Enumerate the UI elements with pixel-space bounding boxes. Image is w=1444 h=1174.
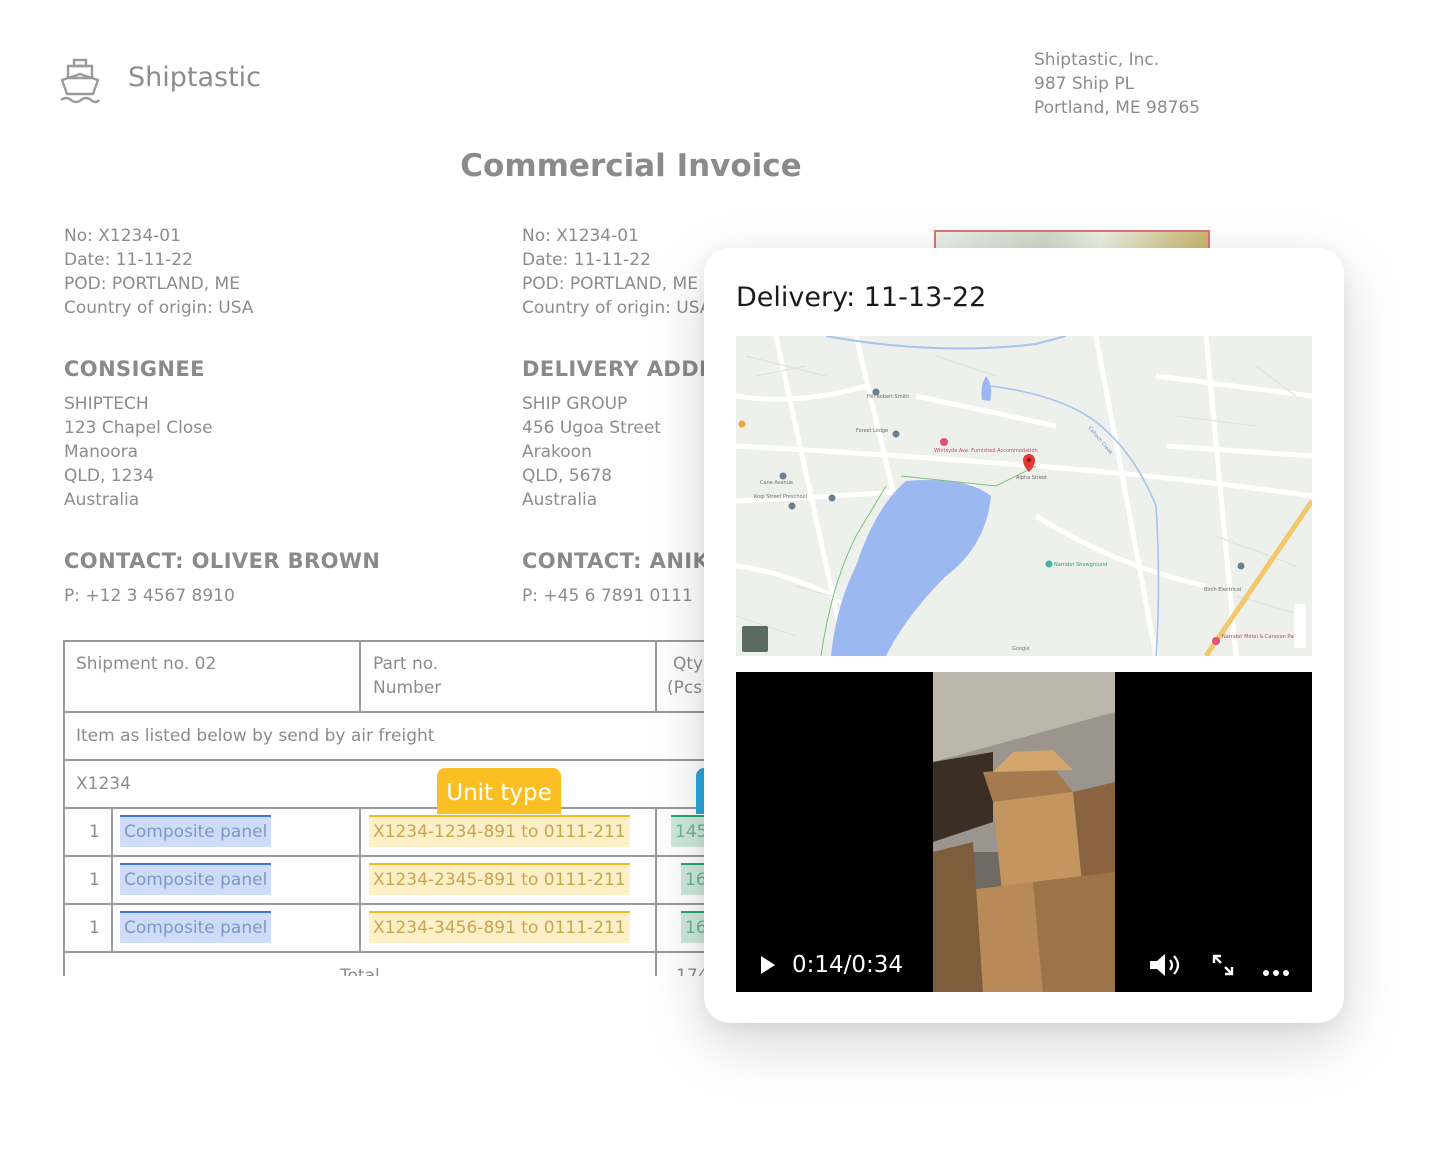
header-qty: Qty: [673, 654, 704, 674]
map-label: Alpha Street: [1016, 475, 1047, 481]
more-icon[interactable]: [1262, 962, 1290, 981]
delivery-card: Delivery: 11-13-22 Hill Robert Smith For…: [704, 248, 1344, 1023]
video-controls: 0:14/0:34: [736, 938, 1312, 992]
map-label: Narrabri Showground: [1054, 562, 1107, 568]
map-layer-toggle: [742, 626, 768, 652]
row-part-number[interactable]: X1234-2345-891 to 0111-211: [369, 863, 630, 895]
address-line: SHIP GROUP: [522, 394, 628, 414]
meta-line: No: X1234-01: [64, 226, 181, 246]
meta-line: No: X1234-01: [522, 226, 639, 246]
delivery-map[interactable]: Hill Robert Smith Forest Lodge Whitsyde …: [736, 336, 1312, 656]
meta-line: Country of origin: USA: [522, 298, 712, 318]
consignee-address: SHIPTECH 123 Chapel Close Manoora QLD, 1…: [64, 392, 213, 512]
address-line: 456 Ugoa Street: [522, 418, 661, 438]
invoice-meta-left: No: X1234-01 Date: 11-11-22 POD: PORTLAN…: [64, 224, 253, 320]
address-line: SHIPTECH: [64, 394, 149, 414]
row-part-number[interactable]: X1234-1234-891 to 0111-211: [369, 815, 630, 847]
map-label: Whitsyde Ave. Furnished Accommodation: [934, 448, 1038, 454]
row-number: 1: [89, 918, 100, 938]
company-line: 987 Ship PL: [1034, 74, 1135, 94]
address-line: 123 Chapel Close: [64, 418, 213, 438]
delivery-title: Delivery: 11-13-22: [736, 282, 987, 313]
contact-phone-left: P: +12 3 4567 8910: [64, 586, 235, 606]
row-number: 1: [89, 870, 100, 890]
map-zoom-controls: [1294, 604, 1306, 648]
address-line: Australia: [522, 490, 598, 510]
delivery-address-heading: DELIVERY ADDR: [522, 357, 716, 381]
contact-phone-right: P: +45 6 7891 0111: [522, 586, 693, 606]
map-label: Narrabri Motel & Caravan Park: [1222, 634, 1298, 640]
address-line: Australia: [64, 490, 140, 510]
map-label: Kogi Street Preschool: [754, 494, 807, 500]
address-line: Manoora: [64, 442, 139, 462]
map-label: Google: [1012, 646, 1030, 652]
map-label: Birch Electrical: [1204, 587, 1241, 593]
header-part-number: Number: [373, 678, 442, 698]
delivery-video[interactable]: 0:14/0:34: [736, 672, 1312, 992]
meta-line: Country of origin: USA: [64, 298, 254, 318]
row-description[interactable]: Composite panel: [120, 815, 272, 847]
contact-heading-right: CONTACT: ANIK: [522, 549, 710, 573]
map-label: Cane Avenue: [760, 480, 793, 486]
company-line: Shiptastic, Inc.: [1034, 50, 1160, 70]
address-line: QLD, 5678: [522, 466, 613, 486]
total-label: Total: [340, 966, 380, 976]
row-part-number[interactable]: X1234-3456-891 to 0111-211: [369, 911, 630, 943]
row-description[interactable]: Composite panel: [120, 863, 272, 895]
company-address: Shiptastic, Inc. 987 Ship PL Portland, M…: [1034, 48, 1200, 120]
delivery-address: SHIP GROUP 456 Ugoa Street Arakoon QLD, …: [522, 392, 661, 512]
row-description[interactable]: Composite panel: [120, 911, 272, 943]
header-shipment: Shipment no. 02: [76, 654, 217, 674]
table-group: X1234: [76, 774, 131, 794]
unit-type-tag[interactable]: Unit type: [437, 768, 561, 814]
company-line: Portland, ME 98765: [1034, 98, 1201, 118]
meta-line: Date: 11-11-22: [522, 250, 651, 270]
document-title: Commercial Invoice: [460, 148, 802, 184]
map-label: Forest Lodge: [856, 428, 888, 434]
address-line: Arakoon: [522, 442, 592, 462]
meta-line: POD: PORTLAND, ME: [64, 274, 240, 294]
row-number: 1: [89, 822, 100, 842]
address-line: QLD, 1234: [64, 466, 155, 486]
meta-line: Date: 11-11-22: [64, 250, 193, 270]
header-qty-unit: (Pcs): [667, 678, 709, 698]
volume-icon[interactable]: [1148, 952, 1182, 982]
fullscreen-icon[interactable]: [1211, 953, 1235, 981]
contact-heading-left: CONTACT: OLIVER BROWN: [64, 549, 381, 573]
table-note: Item as listed below by send by air frei…: [76, 726, 435, 746]
brand-name: Shiptastic: [128, 62, 262, 93]
meta-line: POD: PORTLAND, ME: [522, 274, 698, 294]
ship-icon: [58, 56, 102, 104]
consignee-heading: CONSIGNEE: [64, 357, 205, 381]
header-part-no: Part no.: [373, 654, 439, 674]
invoice-meta-right: No: X1234-01 Date: 11-11-22 POD: PORTLAN…: [522, 224, 711, 320]
play-icon[interactable]: [758, 954, 778, 980]
map-label: Hill Robert Smith: [867, 394, 909, 400]
video-time: 0:14/0:34: [792, 952, 904, 978]
